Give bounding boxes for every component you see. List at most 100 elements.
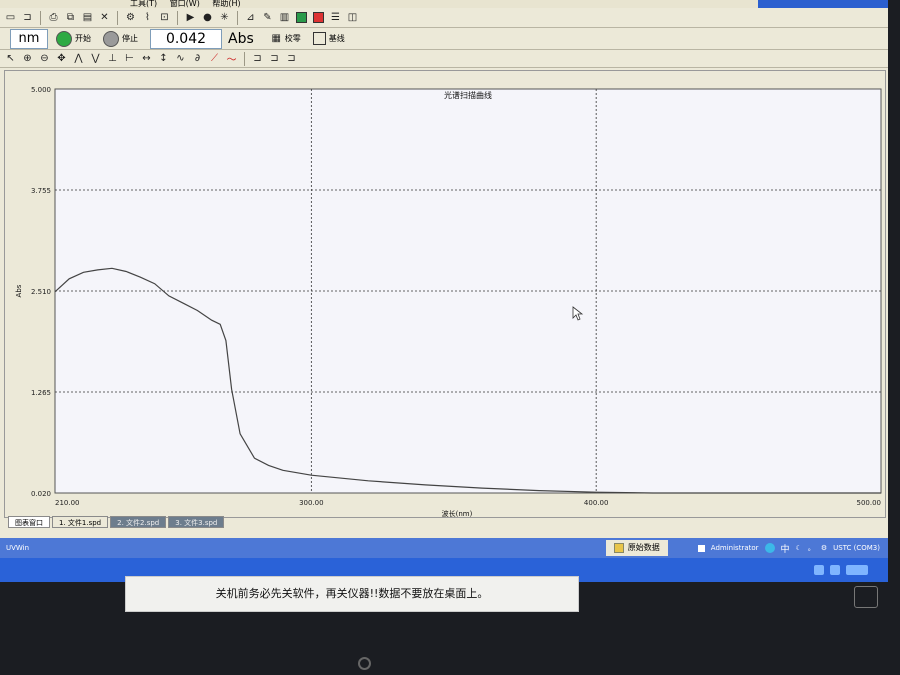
zero-button[interactable]: 校零 [285, 33, 301, 44]
wavelength-unit: nm [10, 28, 48, 49]
layout-2-icon[interactable]: ⊐ [267, 51, 282, 66]
paper-notice: 关机前务必先关软件，再关仪器!!数据不要放在桌面上。 [125, 576, 579, 612]
baseline-button[interactable]: 基线 [329, 33, 345, 44]
absorbance-unit: Abs [228, 30, 254, 47]
x-tick-label: 300.00 [299, 499, 324, 507]
port-status: USTC (COM3) [833, 544, 880, 552]
menu-window[interactable]: 窗口(W) [170, 0, 200, 8]
x-tick-label: 210.00 [55, 499, 80, 507]
derivative-icon[interactable]: ∂ [190, 51, 205, 66]
spectrum-chart[interactable]: 0.020 1.265 2.510 3.755 5.000 210.00 300.00 40… [5, 71, 885, 517]
spectrum-graph-window: 0.020 1.265 2.510 3.755 5.000 210.00 300.00 40… [4, 70, 886, 518]
ime-mode[interactable]: 中 [781, 542, 790, 555]
x-tick-label: 400.00 [584, 499, 609, 507]
measure-toolbar: nm 开始 停止 0.042 Abs ▦ 校零 基线 [0, 28, 888, 50]
window-icon[interactable]: ◫ [345, 10, 360, 25]
menu-tools[interactable]: 工具(T) [130, 0, 157, 8]
tab-graph-window[interactable]: 图表窗口 [8, 516, 50, 528]
line-icon[interactable]: ⟋ [207, 51, 222, 66]
stop-icon[interactable] [103, 30, 119, 47]
color-icon[interactable] [294, 10, 309, 25]
scan-icon[interactable]: ⌇ [140, 10, 155, 25]
raw-data-panel[interactable]: 原始数据 [605, 540, 668, 556]
record-icon[interactable]: ● [200, 10, 215, 25]
zoom-in-icon[interactable]: ⊕ [20, 51, 35, 66]
absorbance-reading: 0.042 [150, 28, 222, 49]
layout-1-icon[interactable]: ⊐ [250, 51, 265, 66]
y-tick-label: 0.020 [31, 490, 51, 498]
red-icon[interactable] [311, 10, 326, 25]
x-tick-label: 500.00 [857, 499, 882, 507]
monitor-logo-icon [854, 586, 878, 608]
tray-network-icon[interactable] [814, 565, 824, 575]
ruler-icon[interactable]: ⊢ [122, 51, 137, 66]
scale-y-icon[interactable]: ↕ [156, 51, 171, 66]
user-name: Administrator [710, 544, 759, 552]
toolbar-separator [244, 51, 245, 66]
raw-data-label: 原始数据 [627, 543, 660, 552]
y-axis-ticks: 0.020 1.265 2.510 3.755 5.000 [31, 86, 51, 498]
tab-file-1[interactable]: 1. 文件1.spd [52, 516, 109, 528]
smooth-icon[interactable]: ∿ [173, 51, 188, 66]
tray-clock-icon[interactable] [846, 565, 868, 575]
chart-icon[interactable]: ▥ [277, 10, 292, 25]
status-bar: UVWin 原始数据 Administrator 中 ☾ 。 ⚙ USTC (C… [0, 538, 888, 558]
copy-icon[interactable]: ⧉ [63, 10, 78, 25]
y-tick-label: 2.510 [31, 288, 51, 296]
start-button[interactable]: 开始 [75, 33, 91, 44]
moon-icon[interactable]: ☾ [796, 544, 802, 552]
delete-icon[interactable]: ✕ [97, 10, 112, 25]
title-bar-fragment [758, 0, 888, 8]
app-name: UVWin [6, 544, 30, 552]
toolbar-separator [177, 10, 178, 25]
ime-icon[interactable] [764, 543, 775, 553]
gear-icon[interactable]: ⚙ [821, 544, 827, 552]
valley-icon[interactable]: ⋁ [88, 51, 103, 66]
main-toolbar: ▭ ⊐ ⎙ ⧉ ▤ ✕ ⚙ ⌇ ⊡ ▶ ● ✳ ⊿ ✎ ▥ ☰ ◫ [0, 8, 888, 28]
layout-3-icon[interactable]: ⊐ [284, 51, 299, 66]
raw-data-icon [613, 543, 624, 553]
y-tick-label: 5.000 [31, 86, 51, 94]
stop-button[interactable]: 停止 [122, 33, 138, 44]
zero-icon[interactable]: ▦ [269, 31, 284, 46]
pen-icon[interactable]: ✎ [260, 10, 275, 25]
chart-title: 光谱扫描曲线 [444, 90, 492, 100]
tray-volume-icon[interactable] [830, 565, 840, 575]
run-icon[interactable]: ▶ [183, 10, 198, 25]
power-button-icon[interactable] [358, 657, 371, 670]
zoom-out-icon[interactable]: ⊖ [37, 51, 52, 66]
baseline-check-icon[interactable] [312, 32, 326, 45]
peak-icon[interactable]: ⋀ [71, 51, 86, 66]
paste-icon[interactable]: ▤ [80, 10, 95, 25]
table-icon[interactable]: ☰ [328, 10, 343, 25]
menu-help[interactable]: 帮助(H) [212, 0, 240, 8]
graph-toolbar: ↖ ⊕ ⊖ ✥ ⋀ ⋁ ⊥ ⊢ ↔ ↕ ∿ ∂ ⟋ 〜 ⊐ ⊐ ⊐ [0, 50, 888, 68]
x-axis-label: 波长(nm) [442, 509, 473, 517]
lamp-icon[interactable]: ✳ [217, 10, 232, 25]
y-tick-label: 1.265 [31, 389, 51, 397]
curve-icon[interactable]: 〜 [224, 51, 239, 66]
y-tick-label: 3.755 [31, 187, 51, 195]
settings-icon[interactable]: ⚙ [123, 10, 138, 25]
measure-icon[interactable]: ⊡ [157, 10, 172, 25]
toolbar-separator [117, 10, 118, 25]
app-screen: 工具(T) 窗口(W) 帮助(H) ▭ ⊐ ⎙ ⧉ ▤ ✕ ⚙ ⌇ ⊡ ▶ ● … [0, 0, 888, 582]
new-file-icon[interactable]: ▭ [3, 10, 18, 25]
cursor-icon[interactable]: ↖ [3, 51, 18, 66]
document-tabs: 图表窗口 1. 文件1.spd 2. 文件2.spd 3. 文件3.spd [8, 516, 226, 528]
toolbar-separator [40, 10, 41, 25]
tab-file-2[interactable]: 2. 文件2.spd [110, 516, 167, 528]
print-icon[interactable]: ⎙ [46, 10, 61, 25]
y-axis-label: Abs [15, 284, 23, 297]
open-file-icon[interactable]: ⊐ [20, 10, 35, 25]
tab-file-3[interactable]: 3. 文件3.spd [168, 516, 225, 528]
marker-icon[interactable]: ⊥ [105, 51, 120, 66]
start-icon[interactable] [56, 30, 72, 47]
pan-icon[interactable]: ✥ [54, 51, 69, 66]
user-icon [697, 544, 705, 552]
toolbar-separator [237, 10, 238, 25]
menu-bar: 工具(T) 窗口(W) 帮助(H) [0, 0, 888, 8]
graph-icon[interactable]: ⊿ [243, 10, 258, 25]
scale-x-icon[interactable]: ↔ [139, 51, 154, 66]
punct-icon[interactable]: 。 [808, 543, 815, 553]
